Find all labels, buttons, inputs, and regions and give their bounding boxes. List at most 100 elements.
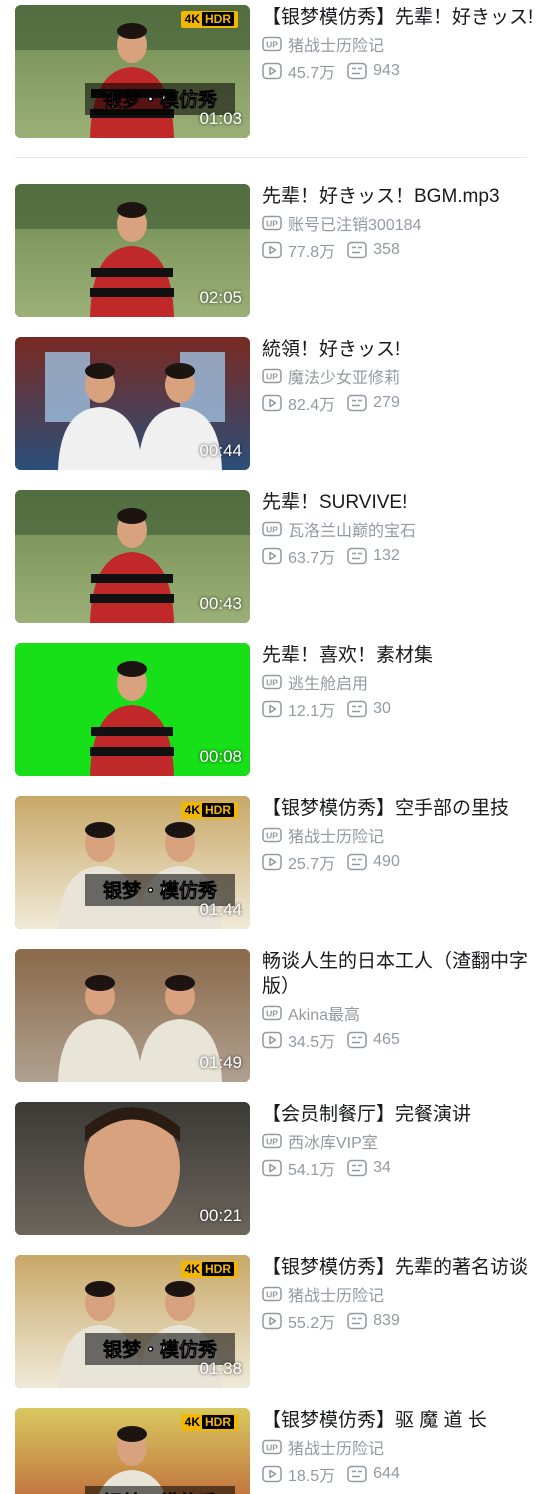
uploader-row[interactable]: UP 账号已注销300184: [262, 209, 542, 236]
video-thumbnail[interactable]: 00:44: [15, 337, 250, 470]
video-thumbnail[interactable]: 00:08: [15, 643, 250, 776]
video-card[interactable]: 00:08 先辈！喜欢！素材集 UP 逃生舱启用 12.1万 30: [0, 643, 550, 777]
video-title[interactable]: 畅谈人生的日本工人（渣翻中字版）: [262, 949, 542, 999]
danmaku-count: 839: [347, 1312, 400, 1330]
danmaku-icon: [347, 1465, 367, 1482]
video-duration: 01:03: [199, 109, 242, 128]
stats-row: 45.7万 943: [262, 57, 542, 84]
view-count-value: 34.5万: [288, 1033, 336, 1051]
view-count-value: 54.1万: [288, 1161, 336, 1179]
uploader-row[interactable]: UP 瓦洛兰山巅的宝石: [262, 515, 542, 542]
section-divider: [15, 157, 527, 158]
video-card[interactable]: 00:21 【会员制餐厅】完餐演讲 UP 西冰库VIP室 54.1万 34: [0, 1102, 550, 1236]
stats-row: 34.5万 465: [262, 1026, 542, 1053]
video-title[interactable]: 先辈！SURVIVE!: [262, 490, 542, 515]
video-card[interactable]: 银梦・模仿秀 4KHDR 【银梦模仿秀】驱 魔 道 长 UP 猪战士历险记: [0, 1408, 550, 1494]
uploader-name[interactable]: 猪战士历险记: [288, 1282, 384, 1306]
video-title[interactable]: 【银梦模仿秀】空手部の里技: [262, 796, 542, 821]
video-card[interactable]: 02:05 先辈！好きッス！BGM.mp3 UP 账号已注销300184 77.…: [0, 184, 550, 318]
video-card[interactable]: 00:43 先辈！SURVIVE! UP 瓦洛兰山巅的宝石 63.7万 132: [0, 490, 550, 624]
video-thumbnail[interactable]: 银梦・模仿秀 4K HDR 01:38: [15, 1255, 250, 1388]
video-duration: 00:21: [199, 1206, 242, 1225]
uploader-row[interactable]: UP 西冰库VIP室: [262, 1127, 542, 1154]
video-title[interactable]: 先辈！喜欢！素材集: [262, 643, 542, 668]
stats-row: 25.7万 490: [262, 848, 542, 875]
danmaku-icon: [347, 394, 367, 411]
svg-text:UP: UP: [266, 1442, 278, 1452]
danmaku-count: 358: [347, 241, 400, 259]
up-icon: UP: [262, 674, 282, 689]
danmaku-count: 943: [347, 62, 400, 80]
video-thumbnail[interactable]: 01:49: [15, 949, 250, 1082]
uploader-name[interactable]: 猪战士历险记: [288, 32, 384, 56]
danmaku-count: 490: [347, 853, 400, 871]
video-thumbnail[interactable]: 银梦・模仿秀 4KHDR: [15, 1408, 250, 1494]
uploader-row[interactable]: UP 猪战士历险记: [262, 821, 542, 848]
up-icon: UP: [262, 1286, 282, 1301]
video-info: 【银梦模仿秀】先辈！好きッス! UP 猪战士历险记 45.7万 943: [262, 5, 542, 84]
video-title[interactable]: 【银梦模仿秀】先辈的著名访谈: [262, 1255, 542, 1280]
video-title[interactable]: 【银梦模仿秀】先辈！好きッス!: [262, 5, 542, 30]
video-title[interactable]: 統領！好きッス!: [262, 337, 542, 362]
uploader-name[interactable]: 猪战士历险记: [288, 823, 384, 847]
uploader-row[interactable]: UP 猪战士历险记: [262, 30, 542, 57]
svg-text:UP: UP: [266, 677, 278, 687]
danmaku-count-value: 465: [373, 1030, 400, 1048]
play-views-icon: [262, 394, 282, 411]
uploader-name[interactable]: 逃生舱启用: [288, 670, 368, 694]
video-card[interactable]: 银梦・模仿秀 4K HDR 01:38 【银梦模仿秀】先辈的著名访谈 UP 猪战士…: [0, 1255, 550, 1389]
danmaku-icon: [347, 62, 367, 79]
stats-row: 82.4万 279: [262, 389, 542, 416]
video-card[interactable]: 银梦・模仿秀 4K HDR 01:44 【银梦模仿秀】空手部の里技 UP 猪战士历…: [0, 796, 550, 930]
video-title[interactable]: 先辈！好きッス！BGM.mp3: [262, 184, 542, 209]
uploader-name[interactable]: 账号已注销300184: [288, 211, 421, 235]
video-info: 先辈！SURVIVE! UP 瓦洛兰山巅的宝石 63.7万 132: [262, 490, 542, 569]
video-card[interactable]: 01:49 畅谈人生的日本工人（渣翻中字版） UP Akina最高 34.5万: [0, 949, 550, 1083]
video-card[interactable]: 银梦・模仿秀 4K HDR 01:03 【银梦模仿秀】先辈！好きッス! UP 猪战…: [0, 5, 550, 139]
uploader-name[interactable]: 魔法少女亚修莉: [288, 364, 400, 388]
danmaku-icon: [347, 700, 367, 717]
uploader-name[interactable]: Akina最高: [288, 1001, 360, 1025]
svg-text:UP: UP: [266, 371, 278, 381]
view-count-value: 55.2万: [288, 1314, 336, 1332]
quality-badge: 4K HDR: [180, 1261, 238, 1278]
up-icon: UP: [262, 36, 282, 51]
uploader-row[interactable]: UP Akina最高: [262, 999, 542, 1026]
video-info: 【银梦模仿秀】空手部の里技 UP 猪战士历险记 25.7万 490: [262, 796, 542, 875]
video-thumbnail[interactable]: 00:43: [15, 490, 250, 623]
video-thumbnail[interactable]: 02:05: [15, 184, 250, 317]
uploader-name[interactable]: 瓦洛兰山巅的宝石: [288, 517, 416, 541]
video-duration: 00:44: [199, 441, 242, 460]
video-info: 【银梦模仿秀】驱 魔 道 长 UP 猪战士历险记 18.5万 644: [262, 1408, 542, 1487]
video-title[interactable]: 【会员制餐厅】完餐演讲: [262, 1102, 542, 1127]
uploader-name[interactable]: 猪战士历险记: [288, 1435, 384, 1459]
video-card[interactable]: 00:44 統領！好きッス! UP 魔法少女亚修莉 82.4万 279: [0, 337, 550, 471]
thumbnail-caption: 银梦・模仿秀: [103, 1338, 218, 1361]
video-duration: 01:44: [199, 900, 242, 919]
danmaku-icon: [347, 547, 367, 564]
video-thumbnail[interactable]: 银梦・模仿秀 4K HDR 01:44: [15, 796, 250, 929]
video-thumbnail[interactable]: 银梦・模仿秀 4K HDR 01:03: [15, 5, 250, 138]
play-views-icon: [262, 700, 282, 717]
video-info: 【银梦模仿秀】先辈的著名访谈 UP 猪战士历险记 55.2万 839: [262, 1255, 542, 1334]
svg-text:UP: UP: [266, 830, 278, 840]
play-views-icon: [262, 241, 282, 258]
uploader-row[interactable]: UP 魔法少女亚修莉: [262, 362, 542, 389]
view-count-value: 18.5万: [288, 1467, 336, 1485]
video-title[interactable]: 【银梦模仿秀】驱 魔 道 长: [262, 1408, 542, 1433]
stats-row: 63.7万 132: [262, 542, 542, 569]
play-views-icon: [262, 853, 282, 870]
danmaku-count: 279: [347, 394, 400, 412]
uploader-row[interactable]: UP 猪战士历险记: [262, 1280, 542, 1307]
danmaku-count: 30: [347, 700, 391, 718]
video-info: 統領！好きッス! UP 魔法少女亚修莉 82.4万 279: [262, 337, 542, 416]
video-info: 先辈！喜欢！素材集 UP 逃生舱启用 12.1万 30: [262, 643, 542, 722]
video-thumbnail[interactable]: 00:21: [15, 1102, 250, 1235]
play-views-icon: [262, 1159, 282, 1176]
uploader-row[interactable]: UP 逃生舱启用: [262, 668, 542, 695]
up-icon: UP: [262, 1439, 282, 1454]
view-count: 12.1万: [262, 697, 335, 721]
uploader-name[interactable]: 西冰库VIP室: [288, 1129, 378, 1153]
danmaku-count: 132: [347, 547, 400, 565]
uploader-row[interactable]: UP 猪战士历险记: [262, 1433, 542, 1460]
